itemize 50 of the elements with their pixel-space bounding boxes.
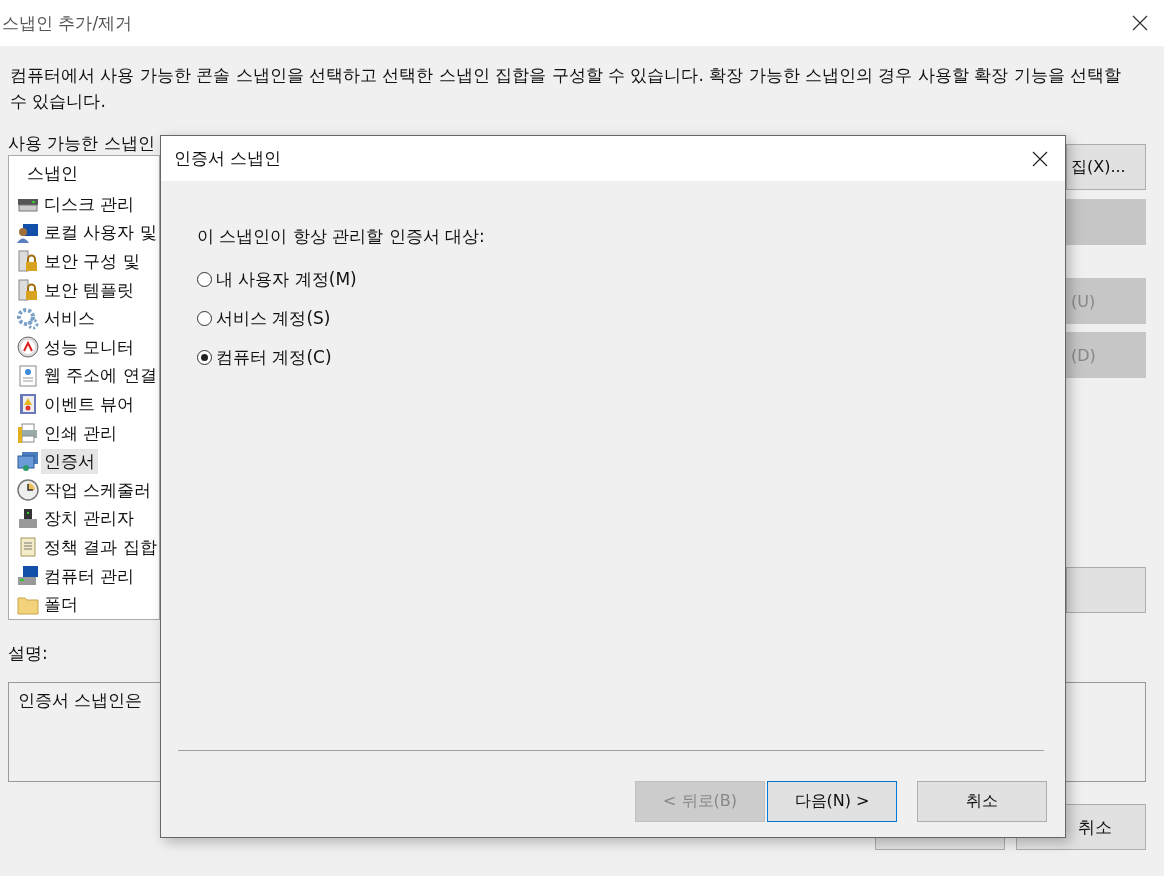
snapin-item[interactable]: 디스크 관리: [41, 191, 138, 217]
snapin-item[interactable]: 장치 관리자: [41, 506, 138, 532]
radio-option[interactable]: 서비스 계정(S): [197, 299, 1065, 338]
intro-text: 컴퓨터에서 사용 가능한 콘솔 스냅인을 선택하고 선택한 스냅인 집합을 구성할 수 있습니다. 확장 가능한 스냅인의 경우 사용할 확장 기능을 선택할 수 있습니다.: [10, 64, 1123, 113]
option-label: 서비스 계정(S): [216, 307, 331, 330]
description-label: 설명:: [8, 641, 49, 665]
web-page-icon: [17, 364, 39, 387]
column-header: 스냅인: [27, 162, 79, 185]
radio-option[interactable]: 컴퓨터 계정(C): [197, 338, 1065, 377]
server-lock-icon: [17, 250, 39, 273]
gauge-icon: [17, 336, 39, 359]
close-icon[interactable]: [1132, 15, 1148, 31]
snapin-item[interactable]: 작업 스케줄러: [41, 477, 155, 503]
printer-icon: [17, 422, 39, 445]
dialog-title: 인증서 스냅인: [174, 147, 282, 170]
log-book-icon: [17, 393, 39, 416]
snapin-item[interactable]: 서비스: [41, 306, 98, 332]
description-text: 인증서 스냅인은: [18, 690, 143, 710]
snapin-item[interactable]: 웹 주소에 연결: [41, 363, 160, 389]
snapin-item[interactable]: 보안 템플릿: [41, 277, 138, 303]
gear-icon: [17, 307, 39, 330]
snapin-item[interactable]: 이벤트 뷰어: [41, 391, 138, 417]
user-monitor-icon: [17, 221, 39, 244]
server-lock-icon: [17, 279, 39, 302]
window-title: 스냅인 추가/제거: [2, 11, 133, 35]
snapin-item[interactable]: 성능 모니터: [41, 334, 138, 360]
snapin-item[interactable]: 폴더: [41, 592, 81, 618]
snapin-item[interactable]: 인쇄 관리: [41, 420, 121, 446]
snapin-item[interactable]: 컴퓨터 관리: [41, 563, 138, 589]
side-button[interactable]: 집(X)...: [1066, 144, 1146, 190]
dialog-button[interactable]: 취소: [917, 781, 1047, 822]
option-label: 컴퓨터 계정(C): [216, 346, 332, 369]
radio-button[interactable]: [197, 272, 212, 287]
close-icon[interactable]: [1032, 150, 1048, 167]
list-label: 사용 가능한 스냅인: [8, 132, 156, 155]
snapin-item[interactable]: 로컬 사용자 및: [41, 220, 160, 246]
snapin-item[interactable]: 보안 구성 및: [41, 249, 143, 274]
option-label: 내 사용자 계정(M): [216, 268, 357, 291]
radio-button[interactable]: [197, 350, 212, 365]
device-icon: [17, 507, 39, 530]
radio-option[interactable]: 내 사용자 계정(M): [197, 260, 1065, 299]
radio-button[interactable]: [197, 311, 212, 326]
snapin-item[interactable]: 정책 결과 집합: [41, 534, 160, 560]
computer-icon: [17, 565, 39, 587]
clock-icon: [17, 479, 39, 502]
dialog-button[interactable]: 다음(N) >: [767, 781, 897, 822]
snapin-item[interactable]: 인증서: [41, 449, 98, 475]
certificate-icon: [17, 450, 39, 473]
scroll-icon: [17, 536, 39, 559]
prompt-text: 이 스냅인이 항상 관리할 인증서 대상:: [197, 225, 486, 248]
